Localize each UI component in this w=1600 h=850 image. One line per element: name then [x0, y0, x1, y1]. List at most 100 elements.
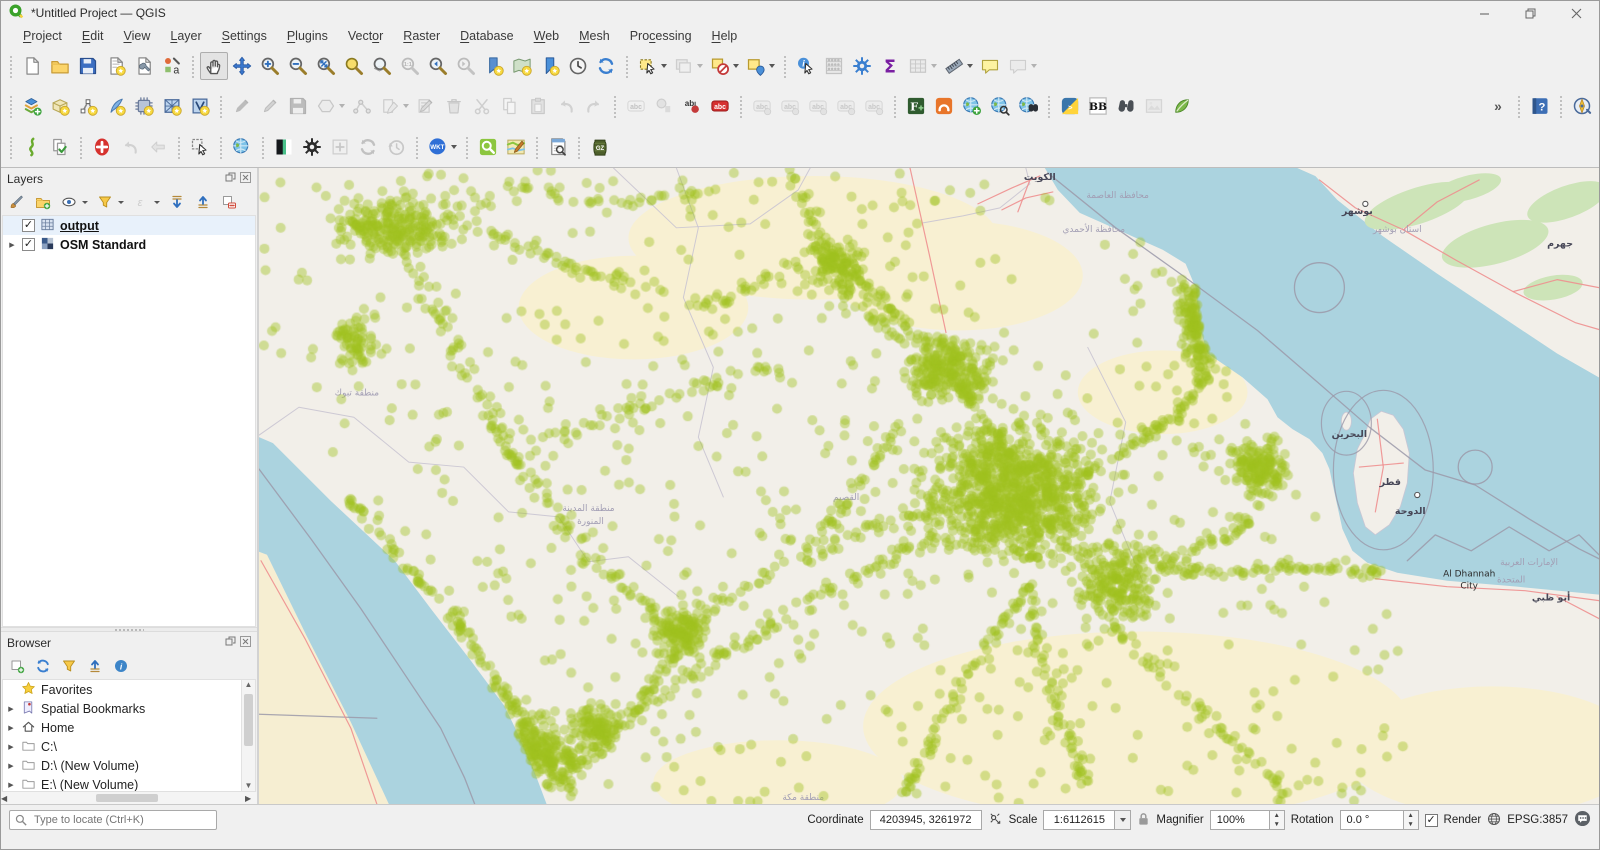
python-console-button[interactable]: >	[1056, 92, 1084, 120]
crs-status-label[interactable]: EPSG:3857	[1507, 814, 1568, 826]
browser-item[interactable]: ▶ Spatial Bookmarks	[3, 699, 255, 718]
zoom-in-button[interactable]	[256, 52, 284, 80]
open-attribute-table-dropdown-icon[interactable]	[931, 64, 937, 68]
layer-expander-icon[interactable]: ▶	[7, 241, 17, 249]
open-data-source-manager-button[interactable]	[18, 92, 46, 120]
plugin-compass-button[interactable]	[1568, 92, 1596, 120]
plugin-gz-button[interactable]: GZ	[586, 133, 614, 161]
quickmapservices-search-button[interactable]	[986, 92, 1014, 120]
layer-checkbox[interactable]: ✓	[22, 238, 35, 251]
messages-icon[interactable]	[1574, 810, 1591, 830]
menu-database[interactable]: Database	[450, 29, 524, 43]
minimize-button[interactable]	[1461, 1, 1507, 25]
toolbar-overflow-button[interactable]: »	[1484, 92, 1512, 120]
zoom-next-button[interactable]	[452, 52, 480, 80]
browser-item[interactable]: Favorites	[3, 680, 255, 699]
add-group-button[interactable]	[31, 191, 55, 213]
new-spatial-bookmark-button[interactable]	[480, 52, 508, 80]
delete-selected-button[interactable]	[440, 92, 468, 120]
map-canvas[interactable]: الكويتمحافظة العاصمةمحافظة الأحمديبوشهرا…	[259, 168, 1599, 804]
new-spatialite-layer-button[interactable]	[102, 92, 130, 120]
help-contents-button[interactable]: ?	[1526, 92, 1554, 120]
add-grayed-button[interactable]	[326, 133, 354, 161]
save-project-button[interactable]	[74, 52, 102, 80]
redo-button[interactable]	[580, 92, 608, 120]
zoom-out-button[interactable]	[284, 52, 312, 80]
diagram-options-button[interactable]	[650, 92, 678, 120]
bookmark-manager-button[interactable]	[536, 52, 564, 80]
browser-item[interactable]: ▶ E:\ (New Volume)	[3, 775, 255, 792]
undo-button[interactable]	[552, 92, 580, 120]
quickmapservices-add-button[interactable]	[958, 92, 986, 120]
new-geopackage-layer-button[interactable]	[46, 92, 74, 120]
new-print-layout-button[interactable]	[102, 52, 130, 80]
manage-map-themes-button[interactable]	[57, 191, 81, 213]
layer-row[interactable]: ✓ output	[3, 216, 255, 235]
refresh-browser-button[interactable]	[31, 655, 55, 677]
remove-layer-button[interactable]	[217, 191, 241, 213]
menu-plugins[interactable]: Plugins	[277, 29, 338, 43]
save-layer-edits-button[interactable]	[284, 92, 312, 120]
pin-labels-button[interactable]: ab	[678, 92, 706, 120]
modify-attributes-dropdown-icon[interactable]	[403, 104, 409, 108]
select-by-location-button[interactable]	[742, 52, 770, 80]
new-project-button[interactable]	[18, 52, 46, 80]
measure-line-button[interactable]	[940, 52, 968, 80]
deselect-features-button[interactable]	[670, 52, 698, 80]
menu-edit[interactable]: Edit	[72, 29, 114, 43]
browser-expander-icon[interactable]: ▶	[6, 762, 16, 770]
copy-features-button[interactable]	[496, 92, 524, 120]
add-feature-button[interactable]	[312, 92, 340, 120]
osm-place-search-button[interactable]	[1014, 92, 1042, 120]
browser-close-icon[interactable]	[240, 635, 251, 650]
restore-button[interactable]	[1507, 1, 1553, 25]
osm-editor-button[interactable]	[502, 133, 530, 161]
extents-toggle-icon[interactable]	[988, 811, 1003, 829]
menu-raster[interactable]: Raster	[393, 29, 450, 43]
menu-mesh[interactable]: Mesh	[569, 29, 620, 43]
select-box-tool-button[interactable]	[186, 133, 214, 161]
rotation-spinbox[interactable]: ▲▼	[1339, 810, 1419, 830]
style-manager-button[interactable]: a	[158, 52, 186, 80]
show-spatial-bookmarks-button[interactable]	[508, 52, 536, 80]
browser-horizontal-scrollbar[interactable]: ◀ ▶	[1, 792, 257, 804]
history-grayed-button[interactable]	[382, 133, 410, 161]
browser-vertical-scrollbar[interactable]: ▲ ▼	[241, 680, 255, 791]
zoom-native-button[interactable]: 1:1	[396, 52, 424, 80]
pan-map-button[interactable]	[200, 52, 228, 80]
menu-settings[interactable]: Settings	[212, 29, 277, 43]
highlight-labels-button[interactable]: abc	[706, 92, 734, 120]
plugin-leaf-button[interactable]	[1168, 92, 1196, 120]
crs-globe-icon[interactable]	[1487, 812, 1501, 829]
show-hide-labels-button[interactable]: abc	[776, 92, 804, 120]
search-document-button[interactable]	[544, 133, 572, 161]
select-features-button[interactable]	[634, 52, 662, 80]
pin-unpin-labels-button[interactable]: abc	[748, 92, 776, 120]
cut-features-button[interactable]	[468, 92, 496, 120]
paste-features-button[interactable]	[524, 92, 552, 120]
filter-browser-button[interactable]	[57, 655, 81, 677]
render-checkbox[interactable]: ✓	[1424, 813, 1438, 827]
open-attribute-table-button[interactable]	[904, 52, 932, 80]
layers-close-icon[interactable]	[240, 171, 251, 186]
current-edits-button[interactable]	[228, 92, 256, 120]
collapse-all-browser-button[interactable]	[83, 655, 107, 677]
layout-manager-button[interactable]	[130, 52, 158, 80]
vertex-tool-button[interactable]	[348, 92, 376, 120]
browser-item[interactable]: ▶ Home	[3, 718, 255, 737]
manage-map-themes-dropdown-icon[interactable]	[82, 200, 88, 204]
refresh-map-button[interactable]	[592, 52, 620, 80]
new-temporary-scratch-layer-button[interactable]	[130, 92, 158, 120]
change-label-button[interactable]: abc	[860, 92, 888, 120]
plugin-image-button[interactable]	[1140, 92, 1168, 120]
properties-info-button[interactable]: i	[109, 655, 133, 677]
browser-expander-icon[interactable]: ▶	[6, 781, 16, 789]
temporal-controller-button[interactable]	[564, 52, 592, 80]
add-selected-layers-button[interactable]	[5, 655, 29, 677]
menu-web[interactable]: Web	[524, 29, 569, 43]
processing-toolbox-button[interactable]	[848, 52, 876, 80]
plugin-orange-arc-button[interactable]	[930, 92, 958, 120]
select-by-form-button[interactable]	[706, 52, 734, 80]
plugin-pages-check-button[interactable]	[46, 133, 74, 161]
qms-globe-button[interactable]	[228, 133, 256, 161]
